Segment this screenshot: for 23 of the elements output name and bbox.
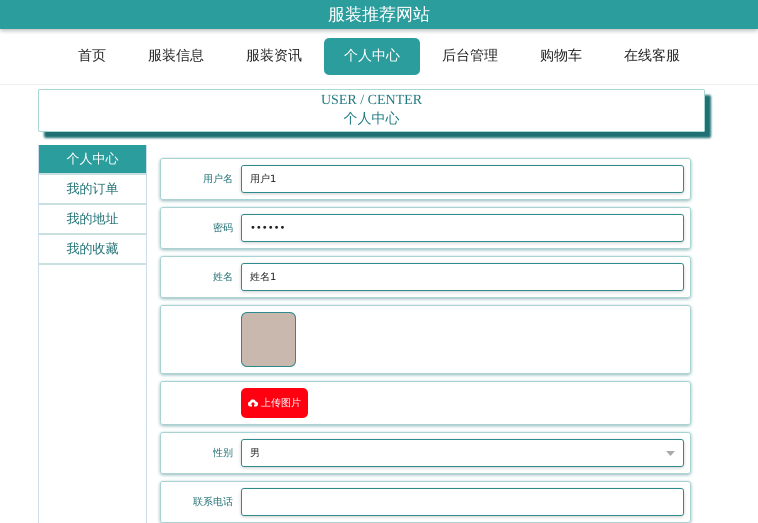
nav-tab[interactable]: 在线客服 <box>604 38 700 75</box>
field-label: 性别 <box>212 446 233 460</box>
text-field[interactable]: 用户1 <box>241 165 684 193</box>
field-label: 用户名 <box>202 172 233 186</box>
nav-tab[interactable]: 后台管理 <box>422 38 518 75</box>
banner-title: USER / CENTER <box>320 92 422 110</box>
nav-tab[interactable]: 首页 <box>58 38 126 75</box>
cloud-upload-icon <box>248 399 258 407</box>
banner-subtitle: 个人中心 <box>344 110 400 130</box>
nav-tab[interactable]: 购物车 <box>520 38 602 75</box>
field-label: 联系电话 <box>192 496 233 509</box>
caret-icon <box>666 450 675 456</box>
upload-button[interactable]: 上传图片 <box>241 388 308 418</box>
field-label: 密码 <box>212 222 233 235</box>
nav-tab[interactable]: 服装资讯 <box>226 38 322 75</box>
text-field[interactable] <box>241 488 684 516</box>
field-label: 姓名 <box>212 271 233 284</box>
text-field[interactable]: 姓名1 <box>241 263 684 291</box>
site-title: 服装推荐网站 <box>328 4 430 26</box>
nav-tab[interactable]: 服装信息 <box>128 38 224 75</box>
select-field[interactable]: 男 <box>241 439 684 467</box>
text-field[interactable]: •••••• <box>241 214 684 242</box>
photo-placeholder <box>241 312 296 367</box>
